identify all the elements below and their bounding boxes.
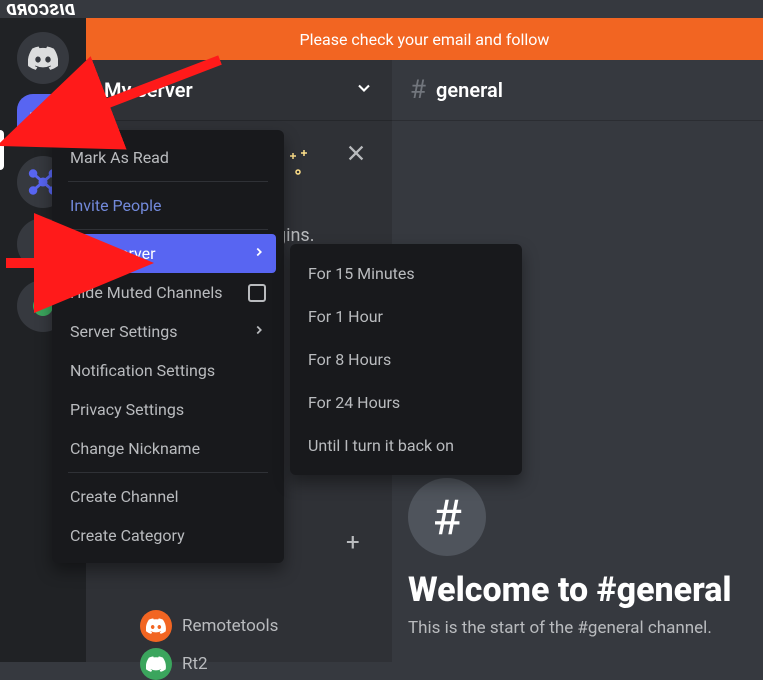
server-context-menu: Mark As Read Invite People Mute Server H… [52, 130, 284, 563]
menu-item-server-settings[interactable]: Server Settings [60, 312, 276, 351]
menu-label: Mute Server [70, 244, 156, 263]
speaker-icon [60, 93, 70, 103]
checkbox-unchecked[interactable] [248, 284, 266, 302]
menu-label: Server Settings [70, 322, 178, 341]
menu-label: Hide Muted Channels [70, 283, 223, 302]
avatar [140, 648, 172, 680]
submenu-item-1-hour[interactable]: For 1 Hour [298, 295, 514, 338]
selected-server-indicator [0, 130, 4, 170]
menu-separator [68, 229, 268, 230]
banner-text: Please check your email and follow [300, 30, 550, 49]
menu-label: Create Channel [70, 487, 179, 506]
sparkle-decoration [290, 150, 310, 183]
menu-item-notification-settings[interactable]: Notification Settings [60, 351, 276, 390]
discord-clyde-icon [146, 618, 166, 634]
menu-item-change-nickname[interactable]: Change Nickname [60, 429, 276, 468]
member-row[interactable]: Rt2 [140, 648, 208, 680]
home-button[interactable] [17, 32, 69, 84]
submenu-item-24-hours[interactable]: For 24 Hours [298, 381, 514, 424]
channel-header: # general [392, 60, 763, 120]
annotation-arrow-1 [70, 50, 230, 134]
discord-wordmark: DISCORD [6, 0, 75, 19]
avatar [140, 610, 172, 642]
menu-label: Privacy Settings [70, 400, 184, 419]
channel-name: general [436, 78, 503, 102]
welcome-heading: Welcome to #general [408, 570, 747, 610]
menu-item-mark-as-read[interactable]: Mark As Read [60, 138, 276, 177]
menu-label: Notification Settings [70, 361, 215, 380]
menu-item-hide-muted-channels[interactable]: Hide Muted Channels [60, 273, 276, 312]
menu-item-privacy-settings[interactable]: Privacy Settings [60, 390, 276, 429]
submenu-item-until-off[interactable]: Until I turn it back on [298, 424, 514, 467]
menu-label: Invite People [70, 196, 161, 215]
annotation-arrow-2 [4, 248, 74, 282]
menu-label: Change Nickname [70, 439, 200, 458]
member-name: Remotetools [182, 616, 278, 636]
chevron-down-icon [354, 78, 374, 103]
menu-item-invite-people[interactable]: Invite People [60, 186, 276, 225]
discord-logo-icon [28, 46, 58, 70]
menu-label: Create Category [70, 526, 185, 545]
close-panel-button[interactable] [345, 142, 367, 170]
member-row[interactable]: Remotetools [140, 610, 278, 642]
menu-item-create-channel[interactable]: Create Channel [60, 477, 276, 516]
menu-item-create-category[interactable]: Create Category [60, 516, 276, 555]
create-channel-inline-button[interactable]: + [346, 528, 360, 556]
server-initials: Ms [29, 108, 57, 132]
close-icon [345, 142, 367, 164]
discord-clyde-icon [146, 656, 166, 672]
welcome-subtext: This is the start of the #general channe… [408, 618, 747, 638]
submenu-item-15-minutes[interactable]: For 15 Minutes [298, 252, 514, 295]
chevron-right-icon [252, 322, 266, 341]
submenu-item-8-hours[interactable]: For 8 Hours [298, 338, 514, 381]
menu-label: Mark As Read [70, 148, 169, 167]
menu-separator [68, 472, 268, 473]
menu-item-mute-server[interactable]: Mute Server [60, 234, 276, 273]
hash-icon: # [410, 75, 426, 105]
menu-separator [68, 181, 268, 182]
chevron-right-icon [252, 244, 266, 263]
member-name: Rt2 [182, 654, 208, 674]
mute-server-submenu: For 15 Minutes For 1 Hour For 8 Hours Fo… [290, 244, 522, 475]
welcome-hash-icon: # [408, 478, 486, 556]
